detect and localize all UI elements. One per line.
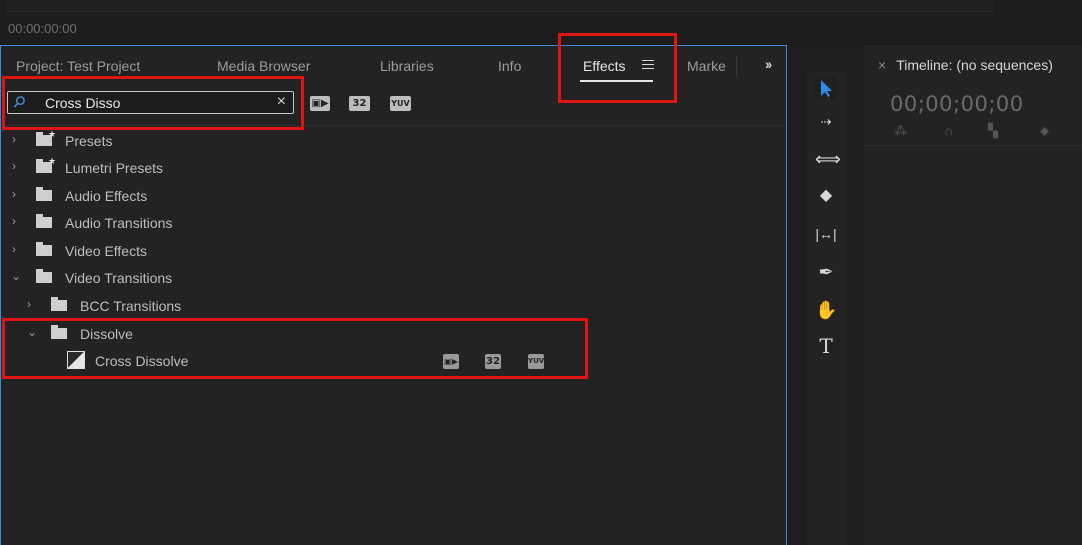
tree-item-label: Presets bbox=[65, 133, 113, 149]
accelerated-effects-filter-icon[interactable]: ▣▶ bbox=[310, 96, 330, 111]
timeline-tab[interactable]: × Timeline: (no sequences) bbox=[878, 57, 1053, 73]
chevron-right-icon[interactable]: › bbox=[12, 214, 16, 228]
tools-panel: ⇢ ⟺ ◆ |↔| ✒ ✋ T bbox=[788, 45, 864, 545]
timeline-divider bbox=[864, 145, 1082, 146]
tab-markers[interactable]: Marke bbox=[687, 58, 726, 74]
timeline-title: Timeline: (no sequences) bbox=[896, 57, 1053, 73]
effects-panel: Project: Test Project Media Browser Libr… bbox=[0, 45, 787, 545]
hand-tool-icon[interactable]: ✋ bbox=[815, 299, 837, 321]
tab-media-browser[interactable]: Media Browser bbox=[217, 58, 310, 74]
tree-item-cross-dissolve[interactable]: Cross Dissolve ▣▶ 32 YUV bbox=[1, 348, 786, 375]
chevron-right-icon[interactable]: › bbox=[12, 242, 16, 256]
panel-tab-bar: Project: Test Project Media Browser Libr… bbox=[1, 46, 786, 84]
tree-item-label: Video Effects bbox=[65, 243, 147, 259]
close-icon[interactable]: × bbox=[878, 57, 886, 73]
chevron-right-icon[interactable]: › bbox=[12, 132, 16, 146]
linked-selection-icon[interactable]: ▚ bbox=[988, 123, 998, 139]
tree-divider bbox=[1, 125, 786, 126]
tree-item-label: Dissolve bbox=[80, 326, 133, 342]
folder-icon bbox=[36, 242, 52, 256]
ripple-edit-tool-icon[interactable]: ⟺ bbox=[815, 148, 841, 170]
tree-item-label: Audio Effects bbox=[65, 188, 148, 204]
tree-item-video-transitions[interactable]: ⌄ Video Transitions bbox=[1, 265, 786, 292]
tab-divider bbox=[736, 56, 737, 76]
razor-tool-icon[interactable]: ◆ bbox=[815, 185, 837, 207]
chevron-down-icon[interactable]: ⌄ bbox=[27, 325, 37, 339]
folder-icon bbox=[51, 325, 67, 339]
timeline-panel: × Timeline: (no sequences) 00;00;00;00 ⁂ … bbox=[864, 45, 1082, 545]
32-bit-filter-icon[interactable]: 32 bbox=[349, 96, 370, 111]
tab-effects[interactable]: Effects bbox=[583, 58, 626, 74]
tree-item-dissolve[interactable]: ⌄ Dissolve bbox=[1, 321, 786, 348]
timeline-timecode[interactable]: 00;00;00;00 bbox=[890, 92, 1024, 116]
snap-icon[interactable]: ∩ bbox=[944, 123, 953, 138]
tab-info[interactable]: Info bbox=[498, 58, 521, 74]
track-select-tool-icon[interactable]: ⇢ bbox=[815, 111, 837, 133]
add-marker-icon[interactable]: ⬥ bbox=[1040, 123, 1049, 139]
tree-item-label: BCC Transitions bbox=[80, 298, 182, 314]
tree-item-presets[interactable]: › ★ Presets bbox=[1, 128, 786, 155]
clear-search-icon[interactable]: × bbox=[277, 93, 286, 111]
tree-item-video-effects[interactable]: › Video Effects bbox=[1, 238, 786, 265]
tree-item-audio-transitions[interactable]: › Audio Transitions bbox=[1, 210, 786, 237]
panel-menu-icon[interactable] bbox=[642, 60, 654, 70]
chevron-down-icon[interactable]: ⌄ bbox=[11, 269, 21, 283]
tab-libraries[interactable]: Libraries bbox=[380, 58, 434, 74]
tab-project[interactable]: Project: Test Project bbox=[16, 58, 140, 74]
monitor-timecode[interactable]: 00:00:00:00 bbox=[8, 21, 77, 36]
folder-icon bbox=[51, 297, 67, 311]
32-bit-badge: 32 bbox=[485, 354, 501, 369]
tree-item-label: Audio Transitions bbox=[65, 215, 173, 231]
tree-item-lumetri-presets[interactable]: › ★ Lumetri Presets bbox=[1, 155, 786, 182]
search-icon bbox=[13, 96, 25, 108]
star-icon: ★ bbox=[48, 156, 57, 166]
monitor-bottom-edge bbox=[6, 0, 994, 12]
yuv-badge: YUV bbox=[528, 354, 544, 369]
slip-tool-icon[interactable]: |↔| bbox=[815, 223, 837, 245]
folder-icon bbox=[36, 269, 52, 283]
tree-item-label: Lumetri Presets bbox=[65, 160, 164, 176]
folder-icon bbox=[36, 187, 52, 201]
effects-search-input[interactable]: Cross Disso × bbox=[7, 91, 294, 114]
search-value[interactable]: Cross Disso bbox=[45, 95, 120, 111]
program-monitor-strip: 00:00:00:00 bbox=[0, 0, 1082, 44]
selection-tool-icon[interactable] bbox=[815, 77, 837, 99]
folder-icon bbox=[36, 214, 52, 228]
yuv-filter-icon[interactable]: YUV bbox=[390, 96, 411, 111]
tab-overflow-icon[interactable]: ›› bbox=[765, 56, 772, 72]
star-icon: ★ bbox=[48, 129, 57, 139]
tree-item-label: Cross Dissolve bbox=[95, 353, 189, 369]
active-tab-indicator bbox=[580, 80, 653, 82]
transition-icon bbox=[67, 351, 85, 369]
accelerated-effect-icon: ▣▶ bbox=[443, 354, 459, 369]
tree-item-label: Video Transitions bbox=[65, 270, 173, 286]
nest-icon[interactable]: ⁂ bbox=[894, 123, 907, 139]
type-tool-icon[interactable]: T bbox=[815, 335, 837, 357]
chevron-right-icon[interactable]: › bbox=[12, 159, 16, 173]
chevron-right-icon[interactable]: › bbox=[12, 187, 16, 201]
tree-item-bcc-transitions[interactable]: › BCC Transitions bbox=[1, 293, 786, 320]
chevron-right-icon[interactable]: › bbox=[27, 297, 31, 311]
pen-tool-icon[interactable]: ✒ bbox=[815, 261, 837, 283]
tree-item-audio-effects[interactable]: › Audio Effects bbox=[1, 183, 786, 210]
